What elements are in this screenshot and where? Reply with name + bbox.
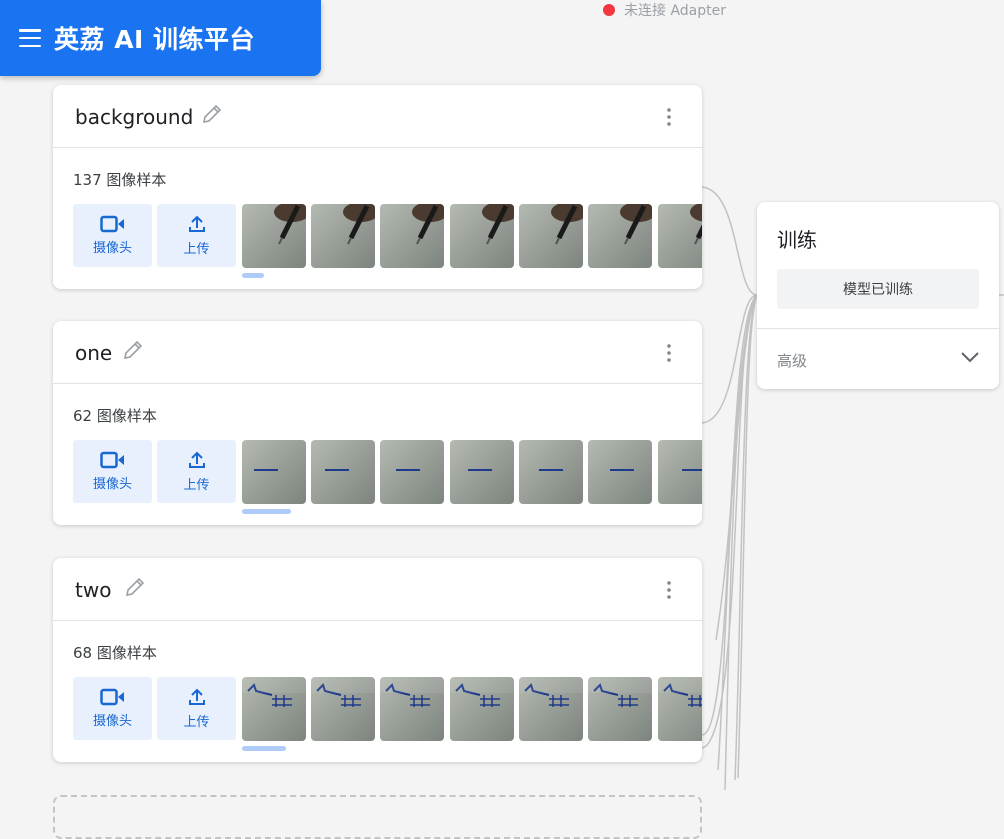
sample-thumbnail[interactable] xyxy=(380,204,444,268)
upload-button[interactable]: 上传 xyxy=(157,204,236,267)
divider xyxy=(757,328,999,329)
app-title: 英荔 AI 训练平台 xyxy=(54,25,256,54)
sample-thumbnail[interactable] xyxy=(450,440,514,504)
sample-thumbnail[interactable] xyxy=(311,677,375,741)
connector-line xyxy=(715,294,758,641)
connector-line xyxy=(701,294,758,736)
thumbnail-scroll-indicator[interactable] xyxy=(242,509,291,514)
upload-label: 上传 xyxy=(183,715,210,730)
train-model-button[interactable]: 模型已训练 xyxy=(777,269,979,309)
sample-thumbnail[interactable] xyxy=(519,677,583,741)
connection-status-text: 未连接 Adapter xyxy=(624,3,726,19)
sample-thumbnail[interactable] xyxy=(242,440,306,504)
sample-thumbnail[interactable] xyxy=(519,204,583,268)
upload-icon xyxy=(188,688,205,705)
webcam-label: 摄像头 xyxy=(92,241,132,256)
upload-button[interactable]: 上传 xyxy=(157,677,236,740)
class-card: background 137 图像样本摄像头 上传 xyxy=(53,85,702,289)
sample-thumbnail[interactable] xyxy=(658,204,702,268)
more-vert-icon[interactable] xyxy=(660,579,678,601)
class-card-header: two xyxy=(53,558,702,621)
sample-count: 68 图像样本 xyxy=(73,644,157,662)
connection-status: 未连接 Adapter xyxy=(603,0,726,20)
advanced-label: 高级 xyxy=(777,352,808,370)
pencil-icon[interactable] xyxy=(200,102,224,126)
sample-thumbnail[interactable] xyxy=(242,677,306,741)
status-dot-icon xyxy=(603,4,615,16)
sample-thumbnail[interactable] xyxy=(311,204,375,268)
sample-thumbnail[interactable] xyxy=(658,440,702,504)
more-vert-icon[interactable] xyxy=(660,106,678,128)
sample-thumbnail[interactable] xyxy=(519,440,583,504)
webcam-label: 摄像头 xyxy=(92,714,132,729)
sample-thumbnail[interactable] xyxy=(588,440,652,504)
sample-thumbnail[interactable] xyxy=(450,204,514,268)
app-bar: 英荔 AI 训练平台 xyxy=(0,0,321,76)
class-name[interactable]: one xyxy=(75,341,112,365)
video-camera-icon xyxy=(99,451,124,469)
pencil-icon[interactable] xyxy=(121,338,145,362)
sample-thumbnails[interactable] xyxy=(242,204,702,268)
video-camera-icon xyxy=(99,688,124,706)
sample-thumbnail[interactable] xyxy=(380,440,444,504)
thumbnail-scroll-indicator[interactable] xyxy=(242,273,264,278)
more-vert-icon[interactable] xyxy=(660,342,678,364)
sample-count: 137 图像样本 xyxy=(73,171,167,189)
pencil-icon[interactable] xyxy=(123,575,147,599)
connector-line xyxy=(701,294,758,749)
class-card: two 68 图像样本 摄像头 上传 xyxy=(53,558,702,762)
upload-icon xyxy=(188,451,205,468)
connector-line xyxy=(701,294,758,424)
sample-thumbnail[interactable] xyxy=(450,677,514,741)
add-class-card[interactable] xyxy=(53,795,702,839)
training-panel: 训练 模型已训练 高级 xyxy=(757,202,999,389)
sample-thumbnail[interactable] xyxy=(242,204,306,268)
sample-thumbnail[interactable] xyxy=(380,677,444,741)
class-card: one 62 图像样本 摄像头 上传 xyxy=(53,321,702,525)
connector-line xyxy=(717,294,758,771)
class-name[interactable]: two xyxy=(75,578,111,602)
class-name[interactable]: background xyxy=(75,105,193,129)
training-title: 训练 xyxy=(777,228,817,252)
webcam-label: 摄像头 xyxy=(92,477,132,492)
webcam-button[interactable]: 摄像头 xyxy=(73,204,152,267)
upload-label: 上传 xyxy=(183,242,210,257)
sample-thumbnail[interactable] xyxy=(311,440,375,504)
chevron-down-icon[interactable] xyxy=(959,350,981,364)
sample-thumbnail[interactable] xyxy=(588,204,652,268)
webcam-button[interactable]: 摄像头 xyxy=(73,440,152,503)
thumbnail-scroll-indicator[interactable] xyxy=(242,746,286,751)
class-card-header: one xyxy=(53,321,702,384)
upload-button[interactable]: 上传 xyxy=(157,440,236,503)
class-card-header: background xyxy=(53,85,702,148)
webcam-button[interactable]: 摄像头 xyxy=(73,677,152,740)
upload-icon xyxy=(188,215,205,232)
sample-thumbnail[interactable] xyxy=(588,677,652,741)
connector-line xyxy=(724,294,758,791)
sample-count: 62 图像样本 xyxy=(73,407,157,425)
upload-label: 上传 xyxy=(183,478,210,493)
connector-line xyxy=(737,294,758,779)
connector-line xyxy=(701,186,758,296)
sample-thumbnail[interactable] xyxy=(658,677,702,741)
sample-thumbnails[interactable] xyxy=(242,440,702,504)
video-camera-icon xyxy=(99,215,124,233)
connector-line xyxy=(734,294,758,781)
menu-icon[interactable] xyxy=(19,29,41,47)
sample-thumbnails[interactable] xyxy=(242,677,702,741)
